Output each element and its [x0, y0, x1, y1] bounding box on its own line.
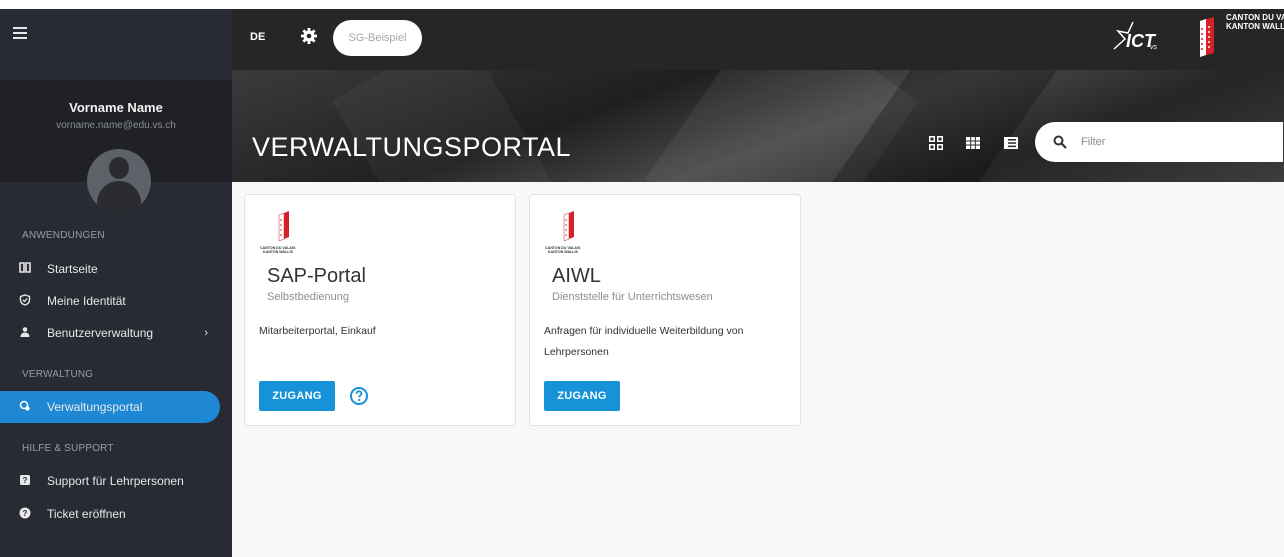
svg-text:?: ?: [23, 509, 28, 518]
sidebar-item-startseite[interactable]: Startseite: [0, 254, 220, 284]
main-content: CANTON DU VALAIS KANTON WALLIS SAP-Porta…: [232, 182, 1284, 557]
svg-text:KANTON WALLIS: KANTON WALLIS: [548, 250, 578, 254]
filter-input[interactable]: [1079, 135, 1263, 149]
card-subtitle: Dienststelle für Unterrichtswesen: [552, 291, 713, 303]
sidebar-item-label: Benutzerverwaltung: [47, 326, 154, 340]
sidebar-item-label: Meine Identität: [47, 294, 126, 308]
topbar: DE SG-Beispiel ICT vs CANTON DU VA KANTO…: [232, 9, 1284, 70]
section-anwendungen: ANWENDUNGEN: [22, 230, 105, 241]
list-view-icon[interactable]: [1004, 136, 1018, 150]
sidebar-item-ticket-eroeffnen[interactable]: ? Ticket eröffnen: [0, 499, 220, 529]
filter-search: [1035, 122, 1283, 162]
card-title: AIWL: [552, 265, 601, 287]
sidebar-item-meine-identitaet[interactable]: Meine Identität: [0, 286, 220, 316]
sg-selector[interactable]: SG-Beispiel: [333, 20, 422, 56]
sidebar-item-label: Support für Lehrpersonen: [47, 474, 184, 488]
sidebar-item-verwaltungsportal[interactable]: Verwaltungsportal: [0, 391, 220, 423]
shield-check-icon: [18, 293, 32, 309]
svg-text:KANTON WALLIS: KANTON WALLIS: [263, 250, 293, 254]
support-icon: ?: [18, 474, 32, 489]
svg-text:vs: vs: [1150, 44, 1158, 51]
hero-banner: VERWALTUNGSPORTAL: [232, 70, 1284, 182]
ict-logo: ICT vs: [1111, 19, 1159, 57]
sidebar-item-benutzerverwaltung[interactable]: Benutzerverwaltung ›: [0, 318, 220, 348]
zugang-button[interactable]: ZUGANG: [544, 381, 620, 411]
users-icon: [18, 326, 32, 341]
section-verwaltung: VERWALTUNG: [22, 369, 94, 380]
search-icon: [1053, 135, 1067, 149]
portal-icon: [18, 400, 32, 415]
language-selector[interactable]: DE: [250, 31, 265, 43]
gear-icon[interactable]: [300, 27, 318, 45]
section-hilfe-support: HILFE & SUPPORT: [22, 443, 114, 454]
sidebar-item-support-lehrpersonen[interactable]: ? Support für Lehrpersonen: [0, 466, 220, 496]
chevron-right-icon: ›: [204, 327, 208, 339]
zugang-button[interactable]: ZUGANG: [259, 381, 335, 411]
svg-text:?: ?: [23, 476, 28, 485]
grid-large-view-icon[interactable]: [929, 136, 943, 150]
menu-icon[interactable]: [13, 27, 27, 39]
book-icon: [18, 262, 32, 276]
canton-logo: CANTON DU VALAIS KANTON WALLIS: [259, 207, 303, 257]
card-description: Anfragen für individuelle Weiterbildung …: [544, 325, 744, 358]
sidebar: Vorname Name vorname.name@edu.vs.ch ANWE…: [0, 9, 232, 557]
card-subtitle: Selbstbedienung: [267, 291, 349, 303]
card-description: Mitarbeiterportal, Einkauf: [259, 325, 376, 337]
card-title: SAP-Portal: [267, 265, 366, 287]
sidebar-item-label: Ticket eröffnen: [47, 507, 126, 521]
sidebar-item-label: Startseite: [47, 262, 98, 276]
sidebar-item-label: Verwaltungsportal: [47, 400, 143, 414]
canton-logo: [1194, 13, 1218, 61]
grid-small-view-icon[interactable]: [966, 136, 980, 150]
avatar: [87, 149, 151, 213]
user-name: Vorname Name: [69, 100, 163, 115]
app-card-sap-portal: CANTON DU VALAIS KANTON WALLIS SAP-Porta…: [244, 194, 516, 426]
help-circle-icon[interactable]: [349, 386, 369, 406]
user-email: vorname.name@edu.vs.ch: [56, 120, 176, 131]
canton-text: CANTON DU VALA KANTON WALLIS: [1226, 13, 1284, 31]
page-title: VERWALTUNGSPORTAL: [252, 132, 572, 162]
app-card-aiwl: CANTON DU VALAIS KANTON WALLIS AIWL Dien…: [529, 194, 801, 426]
help-circle-icon: ?: [18, 507, 32, 522]
canton-logo: CANTON DU VALAIS KANTON WALLIS: [544, 207, 588, 257]
